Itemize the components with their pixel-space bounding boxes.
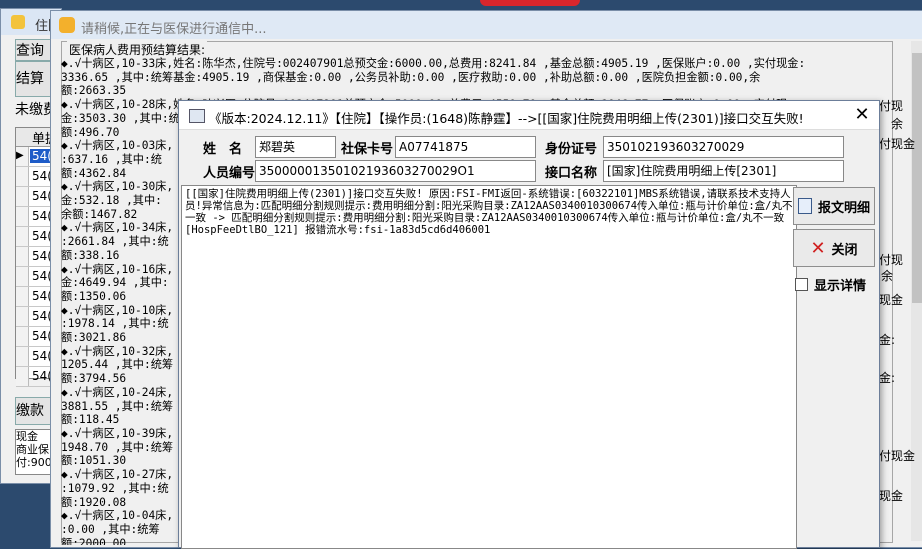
document-icon [797, 198, 812, 214]
dialog-title: 《版本:2024.12.11》【住院】【操作员:(1648)陈静霆】-->[[国… [209, 111, 804, 126]
card-label: 社保卡号 [341, 142, 394, 157]
row-header [16, 347, 29, 366]
message-detail-label: 报文明细 [817, 200, 870, 216]
result-line: 额:2663.35 [61, 84, 127, 98]
message-detail-button[interactable]: 报文明细 [793, 187, 875, 225]
error-message-box[interactable]: [[国家]住院费用明细上传(2301)]接口交互失败! 原因:FSI-FMI返回… [181, 185, 797, 549]
right-fragment: 金: [879, 333, 896, 347]
table-cell: 54( [32, 269, 52, 283]
table-cell: 54( [32, 369, 52, 383]
window-icon [189, 109, 205, 123]
row-header [16, 327, 29, 346]
row-header [16, 227, 29, 246]
table-cell: 54( [32, 209, 52, 223]
close-label: 关闭 [831, 242, 858, 258]
row-header [16, 167, 29, 186]
right-fragment: 付现金 [879, 449, 916, 463]
right-fragment: 付现金 [879, 137, 916, 151]
checkbox-icon [795, 278, 808, 291]
iface-field[interactable]: [国家]住院费用明细上传[2301] [603, 160, 844, 182]
show-detail-checkbox[interactable]: 显示详情 [795, 275, 866, 294]
error-dialog: 《版本:2024.12.11》【住院】【操作员:(1648)陈静霆】-->[[国… [178, 100, 880, 549]
right-fragment: 现金 [879, 489, 904, 503]
staff-label: 人员编号 [203, 166, 256, 181]
red-x-icon: ✕ [810, 237, 826, 259]
right-fragment: 余 [881, 269, 894, 283]
right-fragment: 余 [891, 117, 904, 131]
table-cell: 54( [32, 309, 52, 323]
result-line: 3336.65 ,其中:统筹基金:4905.19 ,商保基金:0.00 ,公务员… [61, 70, 761, 84]
result-scrollbar-thumb[interactable] [912, 53, 922, 303]
row-header [16, 267, 29, 286]
name-label: 姓 名 [203, 142, 243, 157]
right-fragment: 付现 [879, 253, 904, 267]
table-cell: 54( [32, 249, 52, 263]
result-group-label: 医保病人费用预结算结果: [67, 41, 208, 58]
right-fragment: 现金 [879, 293, 904, 307]
id-field[interactable]: 350102193603270029 [603, 136, 844, 158]
row-header [16, 247, 29, 266]
show-detail-label: 显示详情 [814, 279, 867, 294]
table-cell: 54( [32, 289, 52, 303]
row-header [16, 287, 29, 306]
row-header [16, 187, 29, 206]
table-cell: 54( [32, 189, 52, 203]
row-indicator-icon: ▶ [16, 147, 29, 166]
right-fragment: 金: [879, 371, 896, 385]
row-header [16, 367, 29, 386]
card-field[interactable]: A07741875 [395, 136, 536, 158]
iface-label: 接口名称 [545, 166, 598, 181]
close-button[interactable]: ✕ 关闭 [793, 229, 875, 267]
table-cell: 54( [32, 349, 52, 363]
table-cell: 54( [32, 329, 52, 343]
table-cell: 54( [32, 169, 52, 183]
staff-field[interactable]: 35000001350102193603270029O1 [255, 160, 536, 182]
name-field[interactable]: 郑碧英 [255, 136, 336, 158]
row-header [16, 207, 29, 226]
table-cell: 54( [32, 229, 52, 243]
id-label: 身份证号 [545, 142, 598, 157]
right-fragment: 付现 [879, 99, 904, 113]
close-icon[interactable]: ✕ [851, 104, 873, 126]
row-header [16, 307, 29, 326]
result-line: ◆.√十病区,10-33床,姓名:陈华杰,住院号:002407901总预交金:6… [61, 57, 806, 70]
desktop-red-accent [480, 0, 580, 6]
app-icon [59, 17, 75, 33]
settlement-window-title: 请稍候,正在与医保进行通信中... [81, 22, 267, 37]
app-icon [11, 15, 25, 29]
